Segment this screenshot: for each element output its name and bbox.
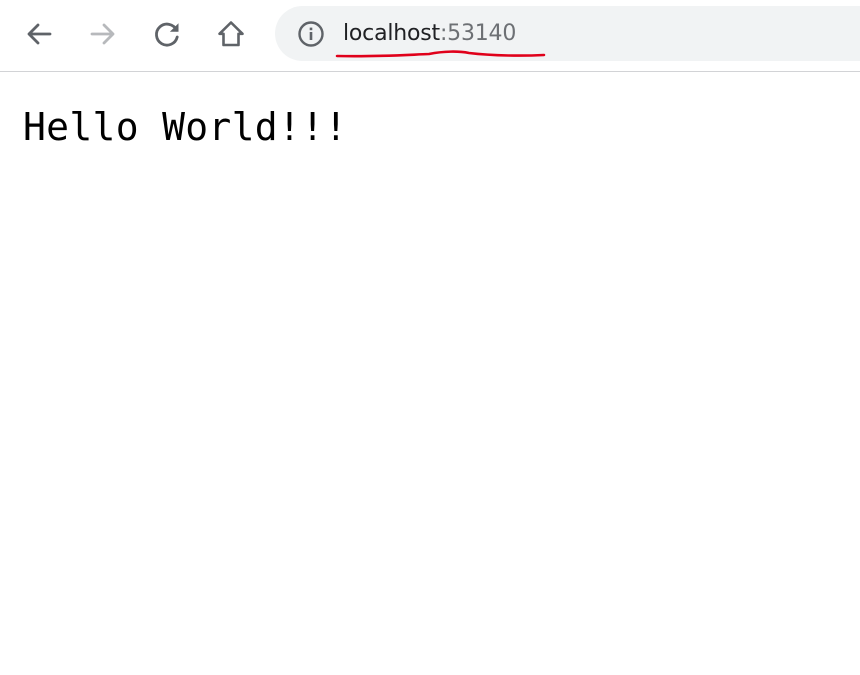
forward-button[interactable] xyxy=(83,14,123,54)
home-button[interactable] xyxy=(211,14,251,54)
url-text[interactable]: localhost:53140 xyxy=(343,20,516,48)
browser-toolbar: localhost:53140 xyxy=(0,0,860,72)
reload-button[interactable] xyxy=(147,14,187,54)
info-circle-icon xyxy=(298,21,324,47)
url-host: localhost xyxy=(343,21,440,46)
url-port: :53140 xyxy=(439,21,517,46)
hello-text: Hello World!!! xyxy=(23,105,348,149)
arrow-right-icon xyxy=(90,23,115,45)
page-content: Hello World!!! xyxy=(23,103,348,151)
reload-icon xyxy=(155,22,179,47)
home-icon xyxy=(218,21,244,47)
address-bar[interactable]: localhost:53140 xyxy=(275,6,860,61)
arrow-left-icon xyxy=(27,23,52,45)
back-button[interactable] xyxy=(19,14,59,54)
site-info-button[interactable] xyxy=(297,20,325,48)
